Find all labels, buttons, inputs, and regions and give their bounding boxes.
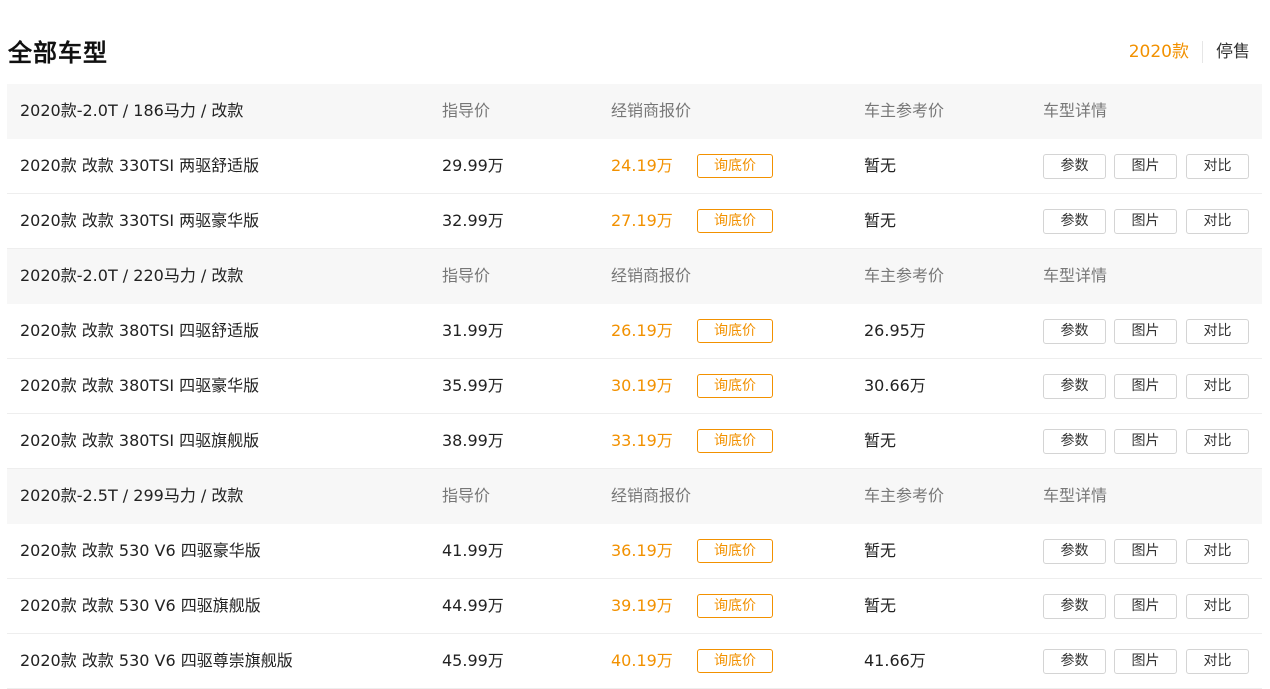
photos-button[interactable]: 图片: [1114, 539, 1177, 564]
owner-price: 30.66万: [864, 376, 926, 395]
column-header-dealer-price: 经销商报价: [611, 101, 692, 120]
tab-2020[interactable]: 2020款: [1129, 40, 1189, 64]
owner-price: 26.95万: [864, 321, 926, 340]
table-row: 2020款 改款 380TSI 四驱旗舰版 38.99万 33.19万 询底价 …: [7, 414, 1262, 469]
page-title: 全部车型: [8, 39, 108, 67]
owner-price: 暂无: [864, 431, 897, 450]
inquire-price-button[interactable]: 询底价: [697, 209, 773, 233]
model-table: 2020款-2.0T / 186马力 / 改款 指导价 经销商报价 车主参考价 …: [7, 84, 1262, 689]
compare-button[interactable]: 对比: [1186, 319, 1249, 344]
photos-button[interactable]: 图片: [1114, 319, 1177, 344]
table-row: 2020款 改款 380TSI 四驱豪华版 35.99万 30.19万 询底价 …: [7, 359, 1262, 414]
params-button[interactable]: 参数: [1043, 154, 1106, 179]
tab-discontinued[interactable]: 停售: [1216, 40, 1250, 64]
group-title: 2020款-2.0T / 186马力 / 改款: [20, 101, 244, 120]
model-name[interactable]: 2020款 改款 380TSI 四驱豪华版: [20, 359, 259, 413]
model-name[interactable]: 2020款 改款 330TSI 两驱豪华版: [20, 194, 259, 248]
column-header-owner-price: 车主参考价: [864, 486, 945, 505]
owner-price: 暂无: [864, 596, 897, 615]
compare-button[interactable]: 对比: [1186, 649, 1249, 674]
compare-button[interactable]: 对比: [1186, 539, 1249, 564]
photos-button[interactable]: 图片: [1114, 594, 1177, 619]
model-name[interactable]: 2020款 改款 330TSI 两驱舒适版: [20, 139, 259, 193]
inquire-price-button[interactable]: 询底价: [697, 594, 773, 618]
guide-price: 32.99万: [442, 211, 504, 230]
params-button[interactable]: 参数: [1043, 319, 1106, 344]
group-title: 2020款-2.5T / 299马力 / 改款: [20, 486, 244, 505]
group-header-row: 2020款-2.0T / 186马力 / 改款 指导价 经销商报价 车主参考价 …: [7, 84, 1262, 139]
tab-divider: [1202, 41, 1203, 63]
inquire-price-button[interactable]: 询底价: [697, 319, 773, 343]
dealer-price[interactable]: 33.19万: [611, 414, 673, 468]
table-row: 2020款 改款 330TSI 两驱舒适版 29.99万 24.19万 询底价 …: [7, 139, 1262, 194]
inquire-price-button[interactable]: 询底价: [697, 374, 773, 398]
inquire-price-button[interactable]: 询底价: [697, 539, 773, 563]
inquire-price-button[interactable]: 询底价: [697, 429, 773, 453]
guide-price: 38.99万: [442, 431, 504, 450]
guide-price: 29.99万: [442, 156, 504, 175]
photos-button[interactable]: 图片: [1114, 209, 1177, 234]
owner-price: 暂无: [864, 156, 897, 175]
params-button[interactable]: 参数: [1043, 594, 1106, 619]
dealer-price[interactable]: 40.19万: [611, 634, 673, 688]
guide-price: 41.99万: [442, 541, 504, 560]
group-header-row: 2020款-2.0T / 220马力 / 改款 指导价 经销商报价 车主参考价 …: [7, 249, 1262, 304]
dealer-price[interactable]: 30.19万: [611, 359, 673, 413]
column-header-guide-price: 指导价: [442, 101, 491, 120]
model-name[interactable]: 2020款 改款 380TSI 四驱舒适版: [20, 304, 259, 358]
params-button[interactable]: 参数: [1043, 374, 1106, 399]
column-header-guide-price: 指导价: [442, 486, 491, 505]
dealer-price[interactable]: 27.19万: [611, 194, 673, 248]
photos-button[interactable]: 图片: [1114, 154, 1177, 179]
owner-price: 暂无: [864, 541, 897, 560]
column-header-model-details: 车型详情: [1043, 486, 1108, 505]
model-name[interactable]: 2020款 改款 530 V6 四驱豪华版: [20, 524, 261, 578]
guide-price: 35.99万: [442, 376, 504, 395]
group-header-row: 2020款-2.5T / 299马力 / 改款 指导价 经销商报价 车主参考价 …: [7, 469, 1262, 524]
column-header-owner-price: 车主参考价: [864, 266, 945, 285]
compare-button[interactable]: 对比: [1186, 209, 1249, 234]
column-header-dealer-price: 经销商报价: [611, 266, 692, 285]
column-header-owner-price: 车主参考价: [864, 101, 945, 120]
compare-button[interactable]: 对比: [1186, 374, 1249, 399]
compare-button[interactable]: 对比: [1186, 594, 1249, 619]
compare-button[interactable]: 对比: [1186, 429, 1249, 454]
params-button[interactable]: 参数: [1043, 209, 1106, 234]
column-header-dealer-price: 经销商报价: [611, 486, 692, 505]
model-name[interactable]: 2020款 改款 530 V6 四驱尊崇旗舰版: [20, 634, 293, 688]
params-button[interactable]: 参数: [1043, 539, 1106, 564]
model-name[interactable]: 2020款 改款 380TSI 四驱旗舰版: [20, 414, 259, 468]
photos-button[interactable]: 图片: [1114, 429, 1177, 454]
year-tabs: 2020款 停售: [1129, 40, 1250, 64]
dealer-price[interactable]: 26.19万: [611, 304, 673, 358]
column-header-model-details: 车型详情: [1043, 101, 1108, 120]
model-name[interactable]: 2020款 改款 530 V6 四驱旗舰版: [20, 579, 261, 633]
dealer-price[interactable]: 36.19万: [611, 524, 673, 578]
table-row: 2020款 改款 530 V6 四驱尊崇旗舰版 45.99万 40.19万 询底…: [7, 634, 1262, 689]
guide-price: 44.99万: [442, 596, 504, 615]
table-row: 2020款 改款 380TSI 四驱舒适版 31.99万 26.19万 询底价 …: [7, 304, 1262, 359]
params-button[interactable]: 参数: [1043, 429, 1106, 454]
guide-price: 45.99万: [442, 651, 504, 670]
compare-button[interactable]: 对比: [1186, 154, 1249, 179]
dealer-price[interactable]: 39.19万: [611, 579, 673, 633]
params-button[interactable]: 参数: [1043, 649, 1106, 674]
inquire-price-button[interactable]: 询底价: [697, 649, 773, 673]
owner-price: 暂无: [864, 211, 897, 230]
guide-price: 31.99万: [442, 321, 504, 340]
all-models-section: 全部车型 2020款 停售 2020款-2.0T / 186马力 / 改款 指导…: [7, 0, 1262, 689]
photos-button[interactable]: 图片: [1114, 374, 1177, 399]
table-row: 2020款 改款 530 V6 四驱豪华版 41.99万 36.19万 询底价 …: [7, 524, 1262, 579]
table-row: 2020款 改款 530 V6 四驱旗舰版 44.99万 39.19万 询底价 …: [7, 579, 1262, 634]
column-header-model-details: 车型详情: [1043, 266, 1108, 285]
inquire-price-button[interactable]: 询底价: [697, 154, 773, 178]
group-title: 2020款-2.0T / 220马力 / 改款: [20, 266, 244, 285]
section-header: 全部车型 2020款 停售: [7, 0, 1262, 84]
column-header-guide-price: 指导价: [442, 266, 491, 285]
table-row: 2020款 改款 330TSI 两驱豪华版 32.99万 27.19万 询底价 …: [7, 194, 1262, 249]
owner-price: 41.66万: [864, 651, 926, 670]
dealer-price[interactable]: 24.19万: [611, 139, 673, 193]
photos-button[interactable]: 图片: [1114, 649, 1177, 674]
